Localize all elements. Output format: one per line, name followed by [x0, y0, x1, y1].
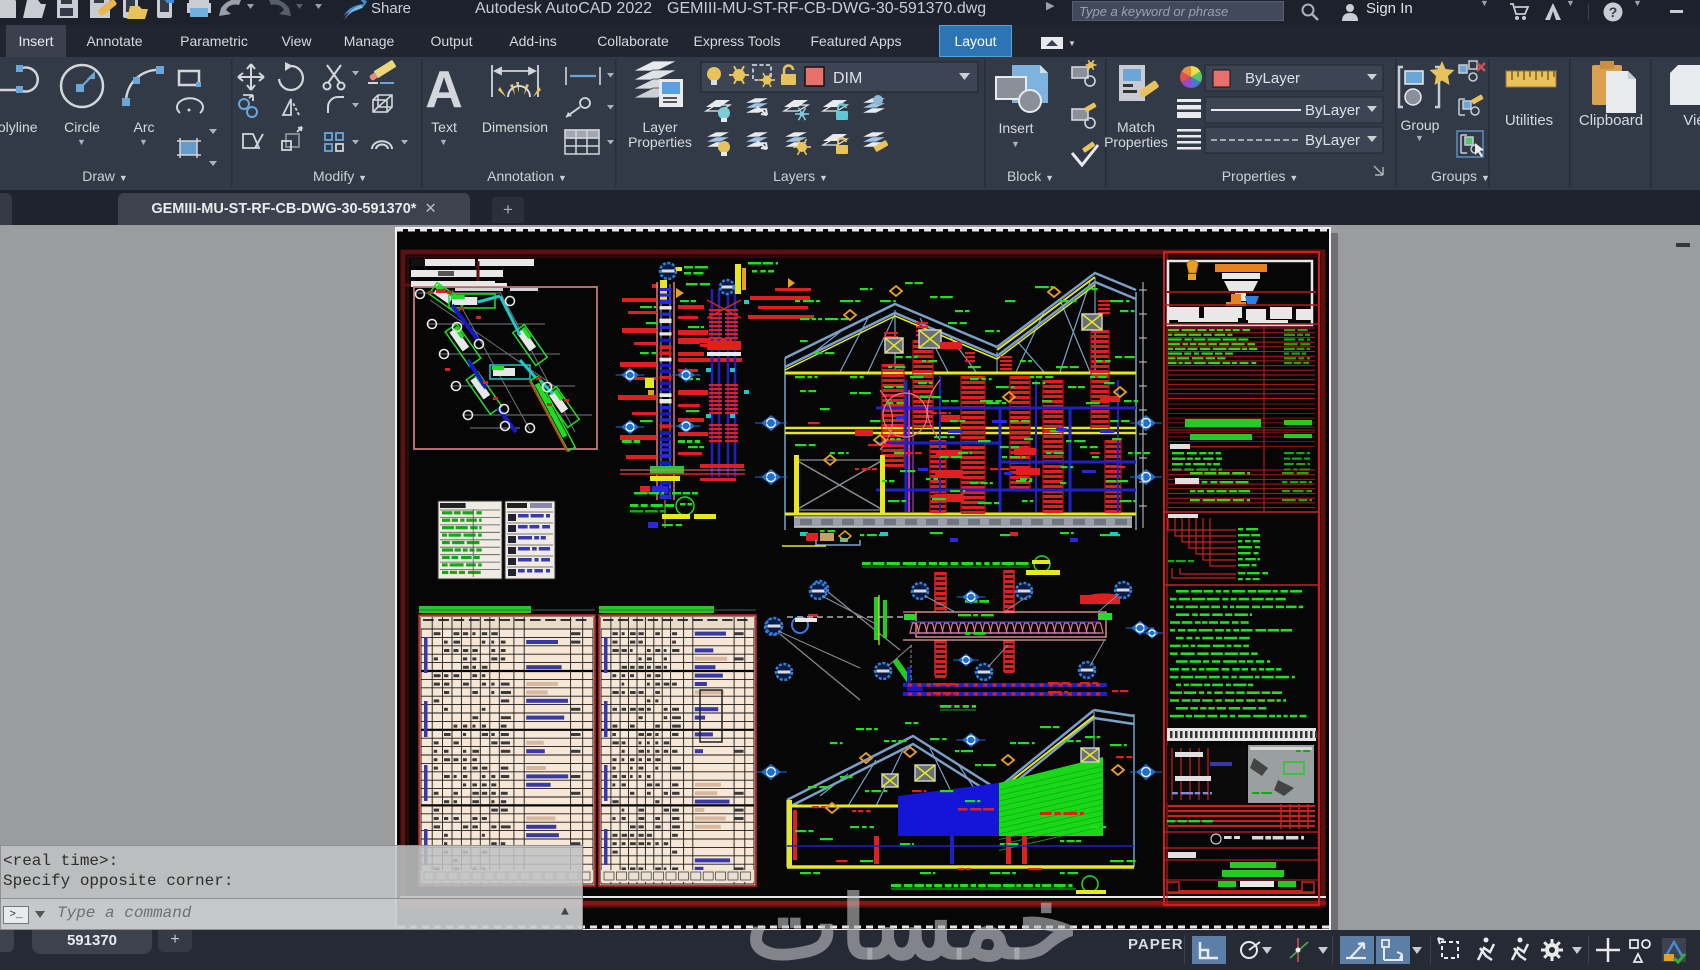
svg-text:A: A — [425, 61, 463, 119]
svg-text:?: ? — [1609, 4, 1618, 20]
svg-text:ByLayer: ByLayer — [1305, 132, 1360, 149]
svg-text:DIM: DIM — [833, 70, 862, 87]
svg-text:ByLayer: ByLayer — [1245, 70, 1300, 87]
svg-text:ByLayer: ByLayer — [1305, 102, 1360, 119]
